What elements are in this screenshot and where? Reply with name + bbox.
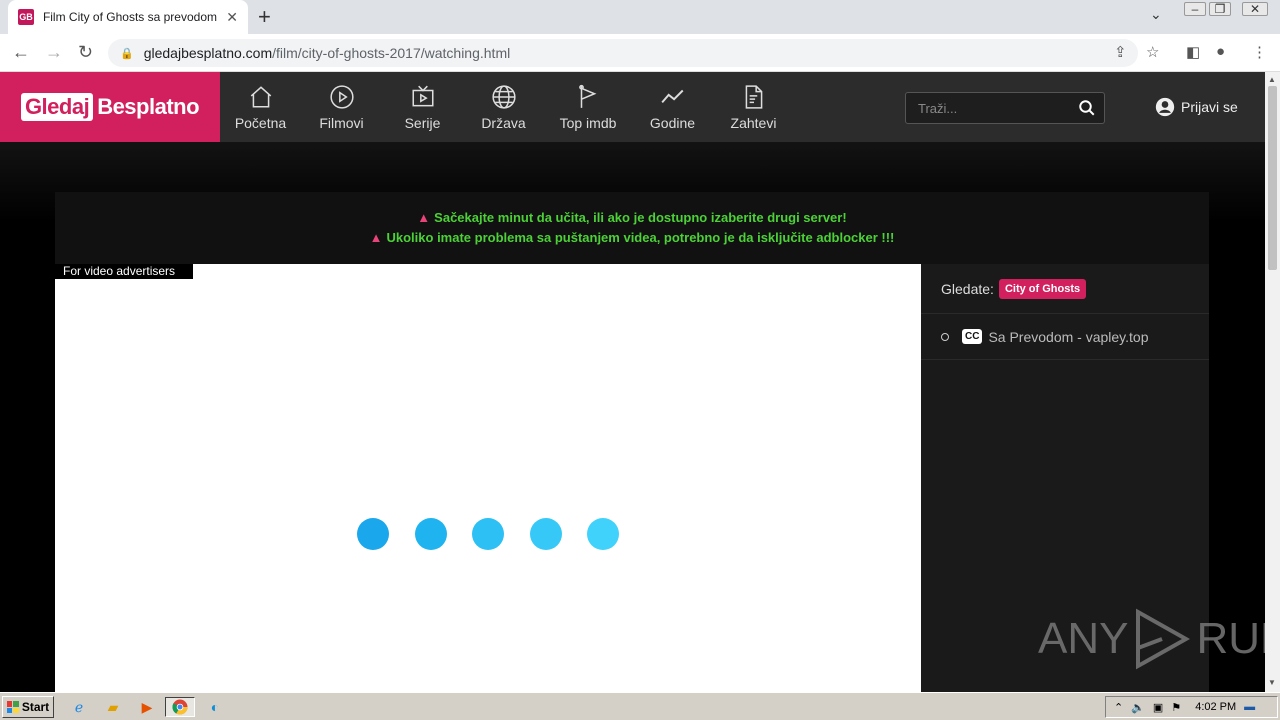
- warning-icon: ▲: [417, 210, 431, 225]
- nav-label: Filmovi: [319, 114, 364, 131]
- globe-icon: [491, 84, 516, 109]
- notice-line-2: ▲ Ukoliko imate problema sa puštanjem vid…: [369, 230, 895, 245]
- login-label: Prijavi se: [1181, 99, 1238, 115]
- windows-logo-icon: [6, 701, 19, 713]
- folder-icon[interactable]: ▰: [102, 697, 124, 717]
- watching-label: Gledate:: [941, 280, 994, 297]
- side-panel-icon[interactable]: ◧: [1186, 43, 1200, 61]
- url-path: /film/city-of-ghosts-2017/watching.html: [272, 45, 511, 61]
- chrome-icon[interactable]: [165, 697, 195, 717]
- watching-title-badge: City of Ghosts: [998, 278, 1087, 299]
- nav-item-serije[interactable]: Serije: [382, 72, 463, 142]
- watermark-left: ANY: [1038, 614, 1129, 663]
- search-input[interactable]: [906, 93, 1071, 123]
- site-favicon: GB: [18, 9, 34, 25]
- tab-title: Film City of Ghosts sa prevodom onli: [42, 10, 218, 24]
- server-option[interactable]: CC Sa Prevodom - vapley.top: [921, 314, 1209, 360]
- restore-button[interactable]: ❐: [1209, 2, 1231, 16]
- login-button[interactable]: Prijavi se: [1155, 97, 1238, 117]
- url-host: gledajbesplatno.com: [143, 45, 273, 61]
- ie-icon[interactable]: ℯ: [68, 697, 90, 717]
- close-window-button[interactable]: ✕: [1242, 2, 1268, 16]
- address-bar[interactable]: 🔒 gledajbesplatno.com /film/city-of-ghos…: [108, 39, 1138, 67]
- warning-icon: ▲: [369, 230, 383, 245]
- nav-label: Godine: [649, 114, 696, 131]
- edge-icon[interactable]: ◐: [204, 697, 226, 717]
- server-label: Sa Prevodom - vapley.top: [988, 328, 1149, 345]
- start-button[interactable]: Start: [2, 696, 54, 718]
- loader-dot: [357, 518, 389, 550]
- nav-item-top-imdb[interactable]: Top imdb: [544, 72, 632, 142]
- new-tab-button[interactable]: +: [258, 4, 271, 30]
- play-logo-icon: [1136, 608, 1191, 670]
- bookmark-star-icon[interactable]: ☆: [1146, 43, 1159, 61]
- loader-dot: [529, 518, 562, 550]
- nav-label: Serije: [404, 114, 441, 131]
- scroll-up-icon[interactable]: ▲: [1268, 75, 1276, 84]
- tray-expand-icon[interactable]: ⌃: [1114, 701, 1123, 714]
- browser-tab-active[interactable]: GB Film City of Ghosts sa prevodom onli …: [8, 0, 248, 34]
- nav-item-drzava[interactable]: Država: [463, 72, 544, 142]
- ad-label[interactable]: For video advertisers: [55, 264, 193, 279]
- clock[interactable]: 4:02 PM: [1195, 701, 1236, 713]
- user-icon: [1155, 97, 1175, 117]
- play-icon: [329, 84, 354, 109]
- media-player-icon[interactable]: ▶: [136, 697, 158, 717]
- nav-item-godine[interactable]: Godine: [632, 72, 713, 142]
- reload-icon[interactable]: ↻: [78, 42, 93, 63]
- loader-dot: [414, 518, 447, 550]
- logo-part1: Gledaj: [20, 93, 94, 121]
- main-nav: Početna Filmovi Serije Država Top imdb G…: [220, 72, 794, 142]
- browser-tabstrip: GB Film City of Ghosts sa prevodom onli …: [0, 0, 1280, 34]
- tv-icon: [411, 85, 434, 106]
- browser-toolbar: ← → ↻ 🔒 gledajbesplatno.com /film/city-o…: [0, 34, 1280, 72]
- tab-close-icon[interactable]: ✕: [226, 9, 238, 26]
- start-label: Start: [21, 700, 50, 714]
- scroll-down-icon[interactable]: ▼: [1268, 678, 1276, 687]
- home-icon: [250, 85, 271, 108]
- page-scrollbar[interactable]: ▲ ▼: [1265, 72, 1280, 692]
- site-header: Gledaj Besplatno Početna Filmovi Serije …: [0, 72, 1265, 142]
- cc-icon: CC: [962, 329, 983, 344]
- scroll-thumb[interactable]: [1268, 86, 1277, 270]
- network-icon[interactable]: ▣: [1153, 701, 1163, 714]
- site-logo[interactable]: Gledaj Besplatno: [0, 72, 220, 142]
- forward-arrow-icon[interactable]: →: [45, 42, 63, 63]
- watching-row: Gledate: City of Ghosts: [921, 264, 1209, 314]
- nav-label: Zahtevi: [730, 114, 777, 131]
- show-desktop-icon[interactable]: ▬: [1244, 701, 1255, 713]
- tab-search-chevron-icon[interactable]: ⌄: [1150, 6, 1162, 23]
- radio-icon[interactable]: [941, 332, 949, 341]
- loader-dot: [587, 518, 619, 550]
- nav-label: Država: [481, 114, 526, 131]
- nav-label: Top imdb: [559, 114, 617, 131]
- logo-part2: Besplatno: [97, 94, 200, 119]
- nav-item-zahtevi[interactable]: Zahtevi: [713, 72, 794, 142]
- video-player[interactable]: For video advertisers: [55, 264, 921, 692]
- site-search: [905, 92, 1105, 124]
- menu-kebab-icon[interactable]: ⋮: [1252, 43, 1267, 61]
- back-arrow-icon[interactable]: ←: [12, 42, 30, 63]
- share-icon[interactable]: ⇪: [1114, 43, 1127, 61]
- profile-icon[interactable]: ●: [1216, 43, 1225, 60]
- trend-icon: [660, 89, 683, 103]
- nav-item-filmovi[interactable]: Filmovi: [301, 72, 382, 142]
- flag-icon: [579, 84, 597, 108]
- lock-icon: 🔒: [120, 47, 134, 60]
- nav-label: Početna: [234, 114, 287, 131]
- search-icon[interactable]: [1078, 99, 1096, 117]
- volume-icon[interactable]: 🔈: [1131, 701, 1145, 714]
- minimize-button[interactable]: –: [1184, 2, 1206, 16]
- flag-tray-icon[interactable]: ⚑: [1171, 701, 1181, 714]
- notice-banner: ▲ Sačekajte minut da učita, ili ako je do…: [55, 192, 1209, 264]
- anyrun-watermark: ANY RUN: [1038, 608, 1280, 670]
- request-icon: [745, 84, 762, 109]
- notice-line-1: ▲ Sačekajte minut da učita, ili ako je do…: [417, 210, 847, 225]
- loader-dot: [472, 518, 504, 550]
- nav-item-pocetna[interactable]: Početna: [220, 72, 301, 142]
- system-tray: ⌃ 🔈 ▣ ⚑ 4:02 PM ▬: [1105, 696, 1278, 718]
- windows-taskbar: Start ℯ ▰ ▶ ◐ ⌃ 🔈 ▣ ⚑ 4:02 PM ▬: [0, 692, 1280, 720]
